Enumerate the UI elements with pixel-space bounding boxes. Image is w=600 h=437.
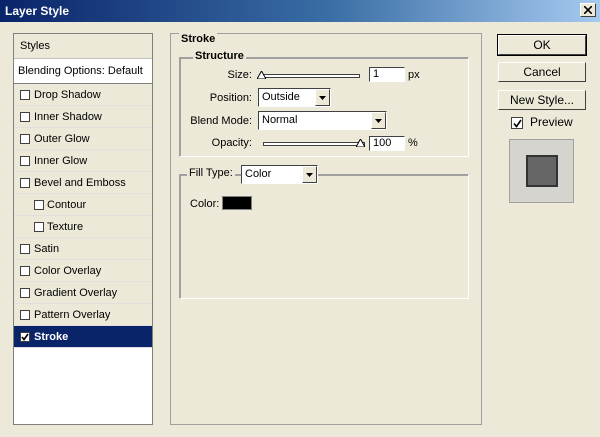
gradient-overlay-checkbox[interactable] (20, 288, 30, 298)
opacity-slider[interactable] (263, 142, 365, 146)
blend-mode-value: Normal (262, 114, 298, 126)
size-label: Size: (227, 69, 252, 81)
style-item-label: Pattern Overlay (34, 309, 111, 321)
blend-mode-dropdown-button[interactable] (371, 112, 386, 129)
contour-checkbox[interactable] (34, 200, 44, 210)
style-item-label: Satin (34, 243, 60, 255)
structure-title: Structure (193, 50, 246, 62)
blend-mode-dropdown[interactable]: Normal (258, 111, 387, 130)
position-value: Outside (262, 91, 300, 103)
satin-checkbox[interactable] (20, 244, 30, 254)
style-item-label: Inner Glow (34, 155, 88, 167)
style-item-drop-shadow[interactable]: Drop Shadow (14, 84, 152, 106)
style-item-gradient-overlay[interactable]: Gradient Overlay (14, 282, 152, 304)
position-dropdown-button[interactable] (315, 89, 330, 106)
blend-mode-label: Blend Mode: (190, 115, 252, 127)
style-item-label: Gradient Overlay (34, 287, 118, 299)
size-input[interactable]: 1 (369, 67, 405, 82)
style-preview (509, 139, 574, 203)
chevron-down-icon (375, 118, 382, 123)
opacity-label: Opacity: (211, 137, 252, 149)
color-overlay-checkbox[interactable] (20, 266, 30, 276)
styles-header[interactable]: Styles (14, 34, 152, 59)
size-unit: px (408, 69, 420, 81)
window-title: Layer Style (5, 4, 70, 18)
layer-style-dialog: Layer Style Styles Blending Options: Def… (0, 0, 600, 437)
size-slider-thumb[interactable] (257, 71, 266, 79)
inner-shadow-checkbox[interactable] (20, 112, 30, 122)
outer-glow-checkbox[interactable] (20, 134, 30, 144)
style-item-bevel-emboss[interactable]: Bevel and Emboss (14, 172, 152, 194)
fill-type-legend: Fill Type: (187, 167, 235, 179)
style-item-label: Texture (47, 221, 84, 233)
style-item-color-overlay[interactable]: Color Overlay (14, 260, 152, 282)
stroke-panel: Stroke Structure Size: 1 px Position: Ou… (170, 33, 482, 425)
pattern-overlay-checkbox[interactable] (20, 310, 30, 320)
title-bar: Layer Style (0, 0, 600, 22)
stroke-checkbox[interactable] (20, 332, 30, 342)
style-item-label: Drop Shadow (34, 89, 101, 101)
fill-type-label: Fill Type: (189, 167, 233, 179)
close-button[interactable] (580, 3, 596, 17)
style-item-label: Contour (47, 199, 87, 211)
fill-type-dropdown[interactable]: Color (241, 165, 318, 184)
ok-button[interactable]: OK (497, 34, 587, 56)
style-item-pattern-overlay[interactable]: Pattern Overlay (14, 304, 152, 326)
preview-label: Preview (530, 115, 573, 129)
style-item-label: Color Overlay (34, 265, 102, 277)
style-item-texture[interactable]: Texture (14, 216, 152, 238)
cancel-button[interactable]: Cancel (498, 62, 586, 82)
styles-list: Styles Blending Options: Default Drop Sh… (13, 33, 153, 425)
close-icon (584, 6, 592, 14)
position-label: Position: (209, 92, 252, 104)
color-swatch[interactable] (222, 196, 252, 210)
position-dropdown[interactable]: Outside (258, 88, 331, 107)
style-item-label: Bevel and Emboss (34, 177, 126, 189)
inner-glow-checkbox[interactable] (20, 156, 30, 166)
preview-swatch (525, 155, 558, 187)
style-item-label: Outer Glow (34, 133, 90, 145)
checkmark-icon (21, 333, 29, 341)
drop-shadow-checkbox[interactable] (20, 90, 30, 100)
opacity-unit: % (408, 137, 418, 149)
style-item-label: Inner Shadow (34, 111, 102, 123)
opacity-input[interactable]: 100 (369, 136, 405, 151)
fill-group (179, 174, 469, 299)
style-item-inner-shadow[interactable]: Inner Shadow (14, 106, 152, 128)
checkmark-icon (513, 119, 522, 128)
stroke-panel-title: Stroke (179, 33, 218, 45)
fill-type-dropdown-button[interactable] (302, 166, 317, 183)
new-style-button[interactable]: New Style... (498, 90, 586, 110)
style-item-satin[interactable]: Satin (14, 238, 152, 260)
chevron-down-icon (319, 95, 326, 100)
style-item-outer-glow[interactable]: Outer Glow (14, 128, 152, 150)
chevron-down-icon (306, 172, 313, 177)
bevel-emboss-checkbox[interactable] (20, 178, 30, 188)
style-item-label: Stroke (34, 331, 69, 343)
blending-options-item[interactable]: Blending Options: Default (14, 59, 152, 84)
fill-type-value: Color (245, 168, 272, 180)
texture-checkbox[interactable] (34, 222, 44, 232)
opacity-slider-thumb[interactable] (356, 139, 365, 147)
style-item-stroke[interactable]: Stroke (14, 326, 152, 348)
style-item-inner-glow[interactable]: Inner Glow (14, 150, 152, 172)
size-slider[interactable] (260, 74, 360, 78)
color-label: Color: (190, 198, 220, 210)
style-item-contour[interactable]: Contour (14, 194, 152, 216)
preview-checkbox[interactable] (511, 117, 523, 129)
